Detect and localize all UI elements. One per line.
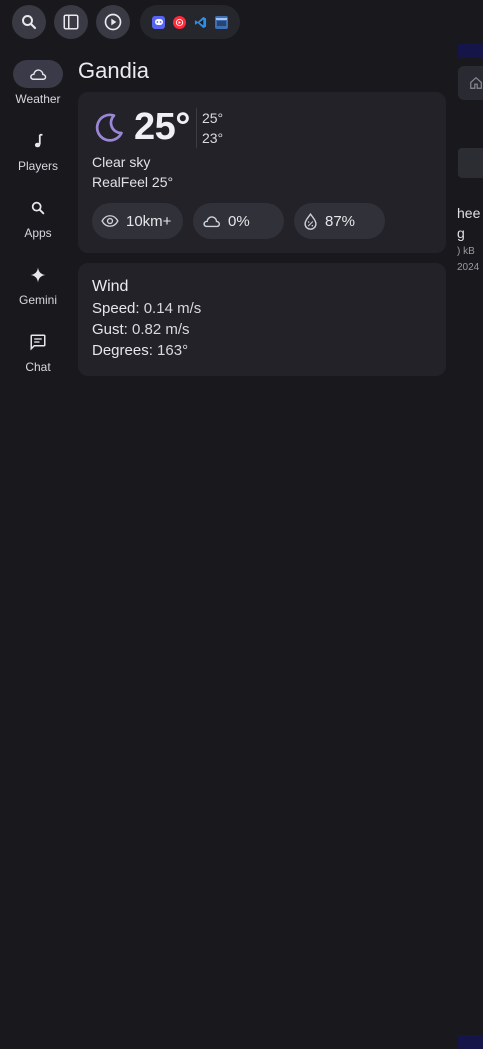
file-name-fragment: hee — [457, 205, 481, 221]
home-icon — [469, 76, 482, 89]
file-thumbnail[interactable] — [458, 148, 483, 178]
nav-pill — [13, 261, 63, 289]
background-window[interactable]: hee g ) kB 2024 — [457, 40, 483, 1049]
media-play-button[interactable] — [96, 5, 130, 39]
sidebar-item-label: Apps — [24, 226, 52, 240]
temperature-row: 25° 25° 23° — [92, 106, 223, 149]
vscode-icon[interactable] — [194, 16, 207, 29]
chat-icon — [30, 334, 46, 351]
wind-card: Wind Speed: 0.14 m/s Gust: 0.82 m/s Degr… — [78, 263, 446, 376]
nav-pill — [13, 328, 63, 356]
wind-title: Wind — [92, 278, 129, 295]
eye-icon — [101, 215, 119, 227]
high-temperature: 25° — [201, 109, 224, 126]
sidebar-toggle-icon — [63, 14, 79, 30]
cloud-icon — [30, 69, 47, 80]
discord-icon[interactable] — [152, 15, 165, 29]
background-window-strip — [458, 44, 483, 58]
app-window: Weather Players Apps Gemini Chat Gandia … — [0, 0, 483, 1049]
top-bar — [12, 5, 240, 39]
humidity-chip: 87% — [294, 203, 385, 239]
humidity-icon — [304, 212, 317, 230]
city-name: Gandia — [78, 58, 149, 83]
cloud-cover-value: 0% — [228, 212, 250, 230]
file-size-fragment: ) kB — [457, 246, 475, 257]
wind-speed: Speed: 0.14 m/s — [92, 300, 201, 317]
cloud-icon — [203, 216, 221, 228]
visibility-chip: 10km+ — [92, 203, 183, 239]
app-tray — [140, 5, 240, 39]
realfeel-temperature: RealFeel 25° — [92, 174, 174, 190]
nav-pill — [13, 194, 63, 222]
sidebar-item-label: Chat — [25, 360, 51, 374]
search-button[interactable] — [12, 5, 46, 39]
sidebar-item-label: Weather — [15, 92, 61, 106]
moon-icon — [95, 113, 123, 142]
music-note-icon — [34, 133, 43, 148]
file-date-fragment: 2024 — [457, 262, 480, 273]
sidebar-toggle-button[interactable] — [54, 5, 88, 39]
file-name-fragment: g — [457, 225, 465, 241]
wind-gust: Gust: 0.82 m/s — [92, 321, 190, 338]
background-window-strip — [458, 1035, 483, 1049]
wind-speed-label: Speed: — [92, 300, 140, 317]
sidebar-item-players[interactable]: Players — [0, 127, 76, 194]
temperature-range: 25° 23° — [195, 107, 224, 148]
sidebar-item-label: Gemini — [18, 293, 57, 307]
wind-speed-value: 0.14 m/s — [143, 300, 202, 317]
humidity-value: 87% — [325, 212, 356, 230]
nav-pill — [13, 127, 63, 155]
play-circle-icon — [104, 13, 122, 31]
terminal-icon[interactable] — [215, 15, 228, 29]
wind-degrees-label: Degrees: — [92, 342, 153, 359]
weather-condition: Clear sky — [92, 154, 151, 170]
current-temperature: 25° — [134, 106, 190, 148]
low-temperature: 23° — [201, 129, 224, 146]
wind-gust-value: 0.82 m/s — [132, 321, 190, 338]
sidebar-item-weather[interactable]: Weather — [0, 60, 76, 127]
wind-degrees-value: 163° — [157, 342, 189, 359]
wind-gust-label: Gust: — [92, 321, 128, 338]
sidebar-item-gemini[interactable]: Gemini — [0, 261, 76, 328]
sidebar: Weather Players Apps Gemini Chat — [0, 60, 76, 395]
search-icon — [31, 201, 45, 215]
weather-metrics: 10km+ 0% 87% — [92, 203, 385, 239]
current-weather-card: 25° 25° 23° Clear sky RealFeel 25° 10km+… — [78, 92, 446, 253]
youtube-music-icon[interactable] — [173, 15, 186, 29]
sidebar-item-chat[interactable]: Chat — [0, 328, 76, 395]
nav-pill — [13, 60, 63, 88]
sparkle-icon — [30, 267, 46, 283]
visibility-value: 10km+ — [126, 212, 172, 230]
home-button[interactable] — [458, 66, 483, 100]
sidebar-item-apps[interactable]: Apps — [0, 194, 76, 261]
wind-degrees: Degrees: 163° — [92, 342, 188, 359]
cloud-cover-chip: 0% — [193, 203, 284, 239]
search-icon — [22, 15, 37, 30]
sidebar-item-label: Players — [17, 159, 58, 173]
